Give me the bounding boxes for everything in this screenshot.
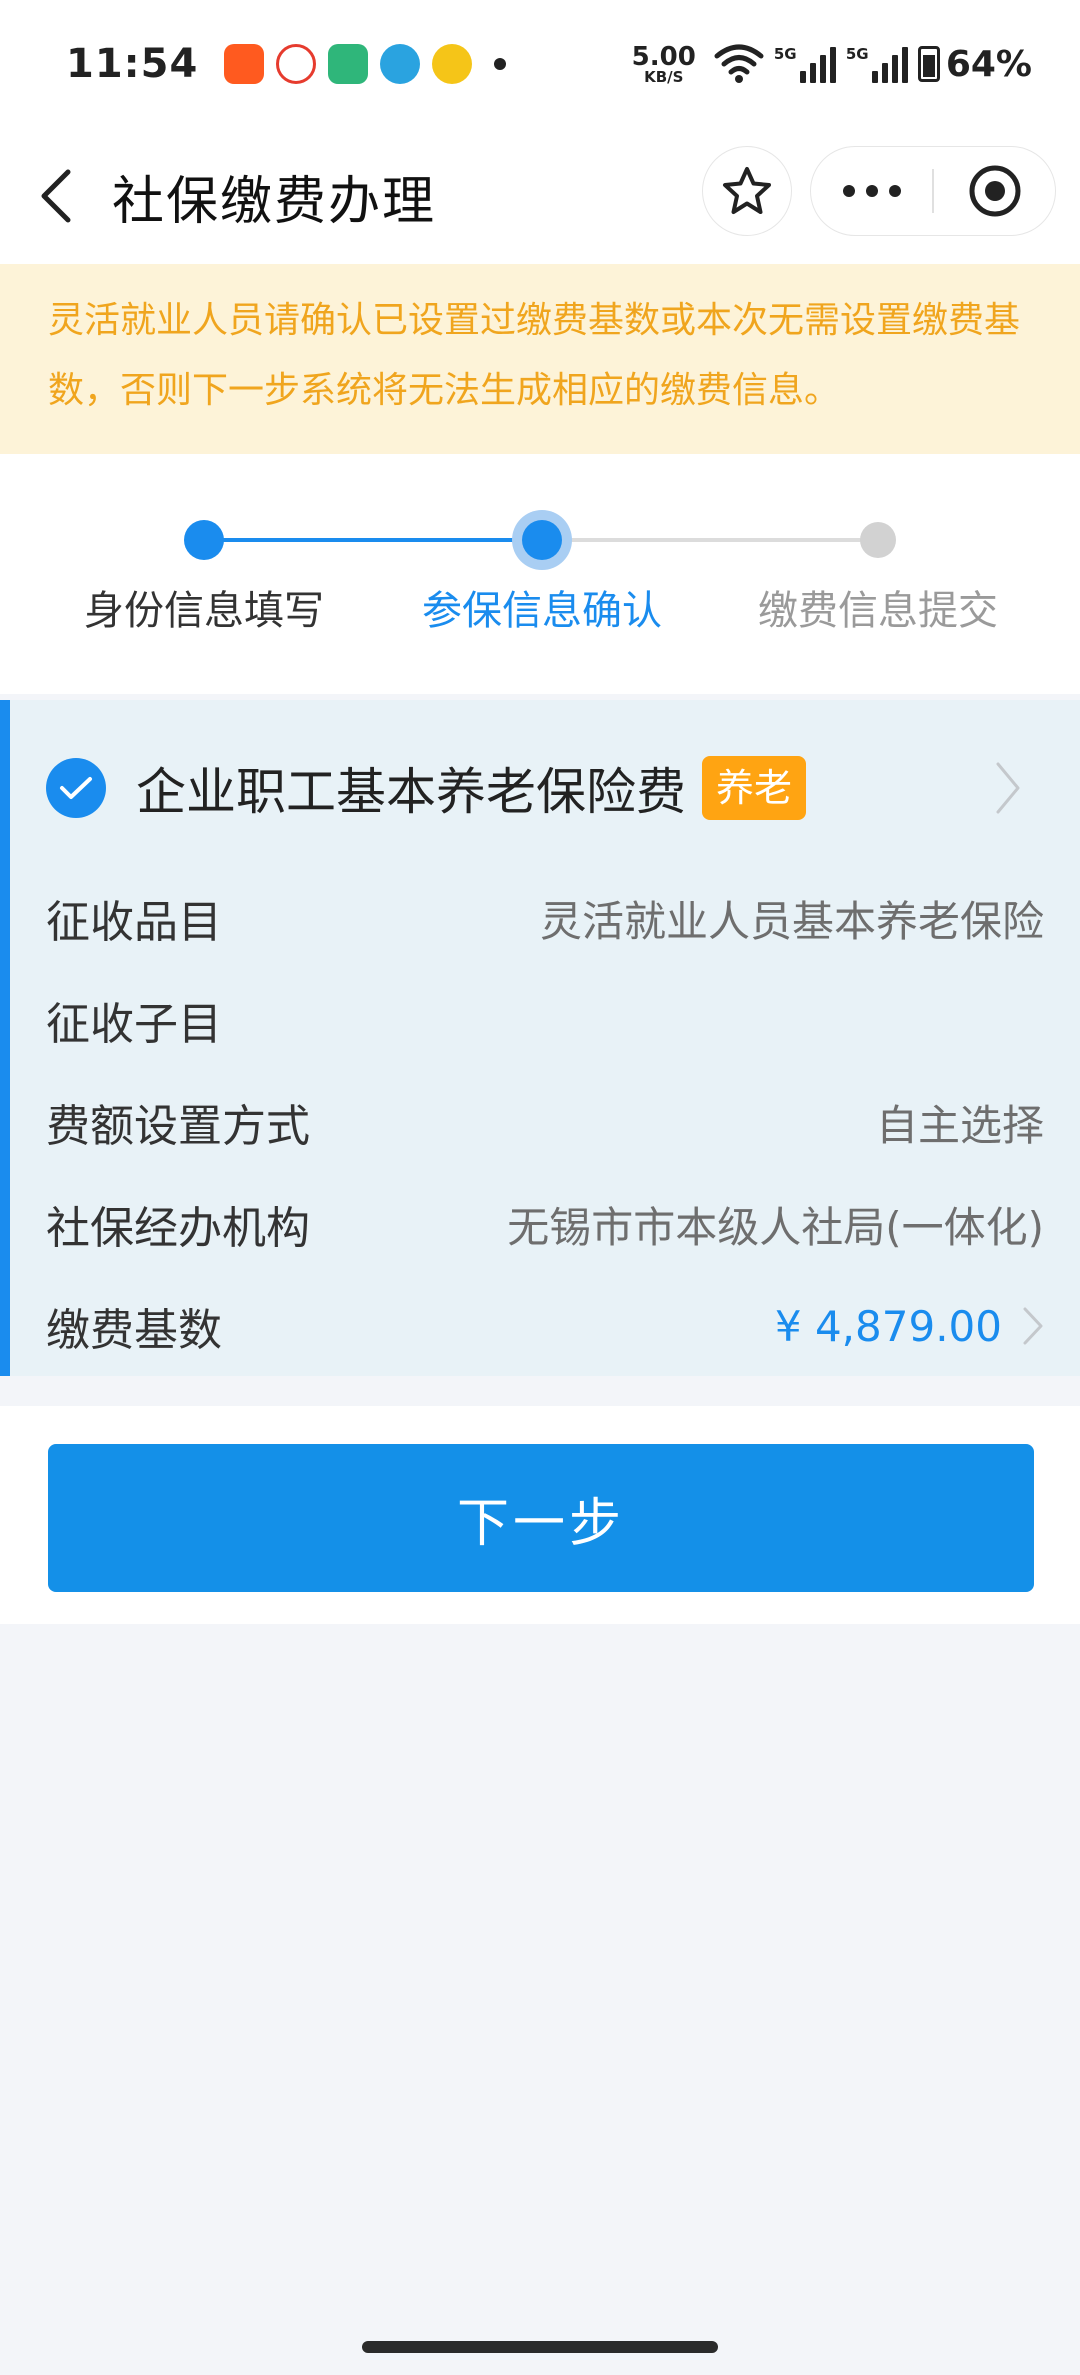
signal-sim2-icon: 5G xyxy=(846,45,908,83)
back-button[interactable] xyxy=(6,128,106,264)
more-notifications-dot xyxy=(494,58,507,70)
warning-notice-text: 灵活就业人员请确认已设置过缴费基数或本次无需设置缴费基数，否则下一步系统将无法生… xyxy=(48,300,1021,411)
row-value: 灵活就业人员基本养老保险 xyxy=(539,896,1044,946)
notification-icons xyxy=(224,44,507,84)
row-label: 征收品目 xyxy=(46,897,222,948)
network-speed-value: 5.00 xyxy=(631,41,696,72)
row-label: 社保经办机构 xyxy=(46,1203,310,1254)
chevron-right-icon[interactable] xyxy=(1022,1306,1044,1346)
clock: 11:54 xyxy=(66,41,199,87)
step-connector-done xyxy=(204,538,542,542)
page-title: 社保缴费办理 xyxy=(112,171,437,232)
checkmark-icon xyxy=(60,777,92,799)
row-label: 缴费基数 xyxy=(46,1305,222,1356)
weibo-icon xyxy=(276,44,317,84)
pension-badge: 养老 xyxy=(702,756,807,820)
battery-percent: 64% xyxy=(945,43,1032,85)
row-label: 征收子目 xyxy=(46,999,222,1050)
wifi-icon xyxy=(714,44,764,83)
row-collection-item: 征收品目 灵活就业人员基本养老保险 xyxy=(46,888,1044,949)
target-close-icon xyxy=(969,165,1020,217)
step-1-label: 身份信息填写 xyxy=(84,588,324,634)
step-1-dot xyxy=(184,520,224,560)
battery-indicator: 64% xyxy=(917,43,1032,85)
kuaishou-icon xyxy=(224,44,265,84)
insurance-card: 企业职工基本养老保险费 养老 征收品目 灵活就业人员基本养老保险 征收子目 费额… xyxy=(0,700,1080,1376)
step-2-dot xyxy=(512,510,572,570)
favorite-button[interactable] xyxy=(702,146,792,236)
row-value: 自主选择 xyxy=(875,1100,1044,1150)
star-icon xyxy=(723,167,771,214)
step-3-dot xyxy=(860,522,896,558)
next-step-button[interactable]: 下一步 xyxy=(48,1444,1034,1592)
warning-notice: 灵活就业人员请确认已设置过缴费基数或本次无需设置缴费基数，否则下一步系统将无法生… xyxy=(0,264,1080,454)
network-speed-unit: KB/S xyxy=(644,67,684,86)
status-bar: 11:54 5.00 KB/S 5G 5G 64% xyxy=(0,0,1080,128)
step-2-label: 参保信息确认 xyxy=(422,588,662,634)
battery-icon xyxy=(917,46,940,82)
home-app-icon xyxy=(328,44,369,84)
row-fee-setting-method: 费额设置方式 自主选择 xyxy=(46,1092,1044,1153)
row-contribution-base[interactable]: 缴费基数 ¥ 4,879.00 xyxy=(46,1296,1044,1356)
miniapp-capsule xyxy=(810,146,1056,236)
signal-sim1-icon: 5G xyxy=(774,45,836,83)
network-speed: 5.00 KB/S xyxy=(632,44,696,85)
more-button[interactable] xyxy=(811,184,932,198)
row-social-security-agency: 社保经办机构 无锡市市本级人社局(一体化) xyxy=(46,1194,1044,1255)
more-dots-icon xyxy=(842,185,901,197)
progress-steps: 身份信息填写 参保信息确认 缴费信息提交 xyxy=(0,454,1080,694)
sim2-label: 5G xyxy=(845,45,869,63)
pet-app-icon xyxy=(432,44,473,84)
sim1-label: 5G xyxy=(773,45,797,63)
selected-checkbox[interactable] xyxy=(46,758,106,818)
insurance-card-header[interactable]: 企业职工基本养老保险费 养老 xyxy=(46,752,807,824)
insurance-title: 企业职工基本养老保险费 xyxy=(136,763,686,821)
action-area: 下一步 xyxy=(0,1406,1080,1624)
row-collection-subitem: 征收子目 xyxy=(46,990,1044,1050)
row-value: 无锡市市本级人社局(一体化) xyxy=(507,1202,1044,1252)
nav-bar: 社保缴费办理 xyxy=(0,128,1080,264)
step-3-label: 缴费信息提交 xyxy=(758,588,998,634)
step-connector-pending xyxy=(542,538,878,542)
home-indicator[interactable] xyxy=(362,2341,718,2353)
chevron-right-icon[interactable] xyxy=(994,760,1022,816)
contribution-base-amount[interactable]: ¥ 4,879.00 xyxy=(775,1302,1002,1351)
close-miniapp-button[interactable] xyxy=(934,163,1055,219)
back-arrow-icon xyxy=(41,169,71,223)
row-label: 费额设置方式 xyxy=(46,1101,310,1152)
telegram-icon xyxy=(380,44,421,84)
